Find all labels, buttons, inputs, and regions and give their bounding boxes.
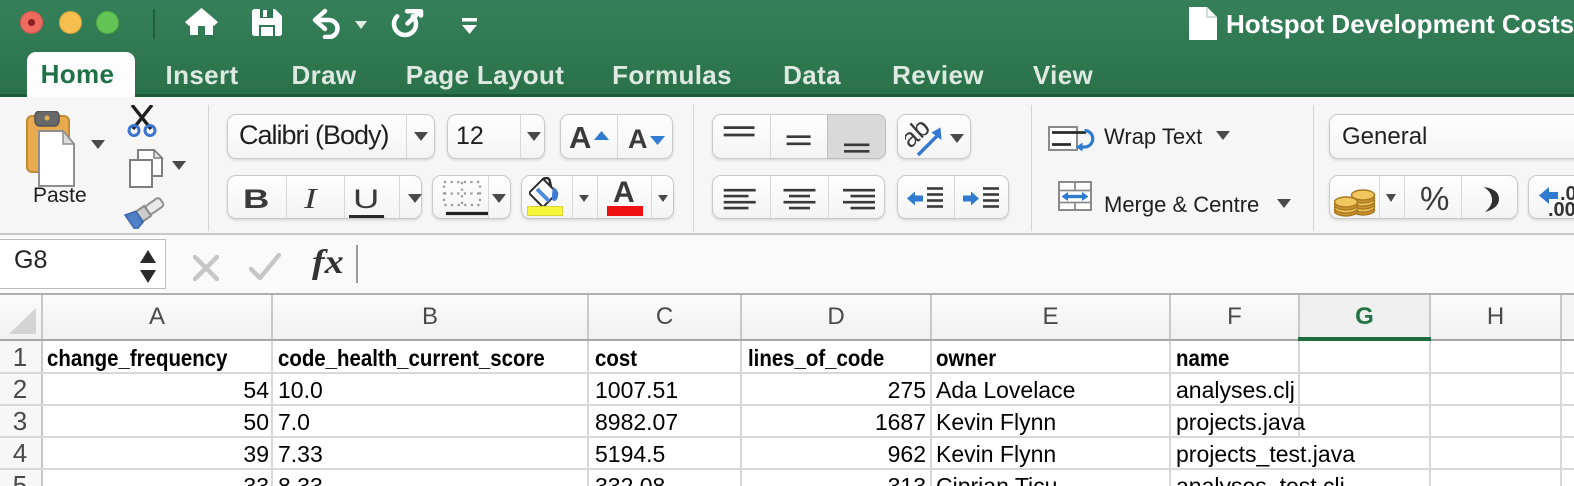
svg-text:ab: ab: [905, 116, 936, 154]
